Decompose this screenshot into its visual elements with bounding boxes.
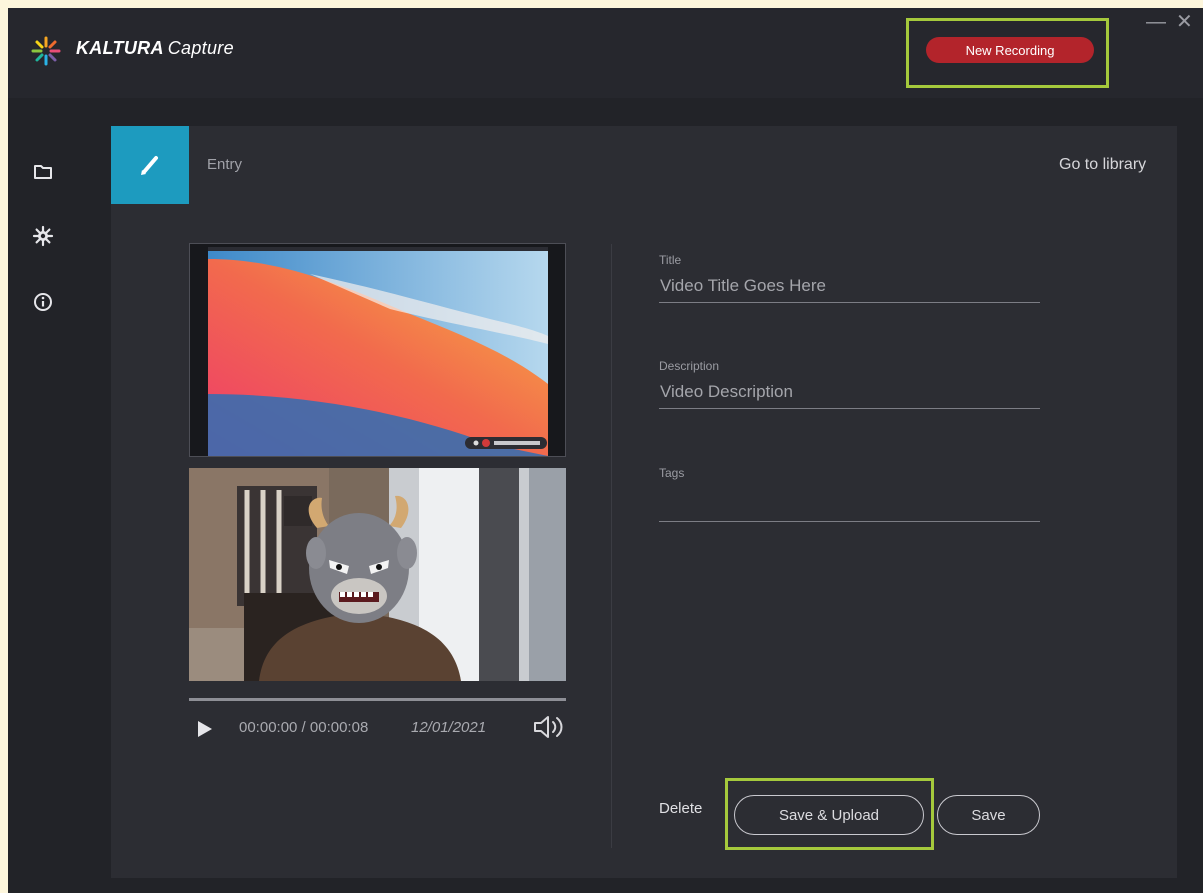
sidebar — [8, 98, 82, 893]
edit-entry-tab[interactable] — [111, 126, 189, 204]
entry-panel: Entry Go to library 00:00:00 / 00:00:08 … — [111, 126, 1177, 878]
webcam-preview[interactable] — [189, 468, 566, 681]
folder-icon[interactable] — [32, 161, 54, 183]
description-input[interactable] — [659, 379, 1040, 409]
play-icon[interactable] — [197, 720, 213, 738]
app-brand: KALTURA Capture — [76, 38, 234, 59]
delete-button[interactable]: Delete — [659, 800, 702, 817]
recording-date: 12/01/2021 — [411, 719, 487, 736]
save-button[interactable]: Save — [937, 795, 1040, 835]
volume-icon[interactable] — [533, 714, 567, 740]
minimize-button[interactable]: — — [1146, 12, 1166, 32]
brand-name: KALTURA — [76, 38, 164, 58]
description-label: Description — [659, 359, 720, 373]
tags-input[interactable] — [659, 492, 1040, 522]
kaltura-capture-window: KALTURA Capture New Recording — ✕ Entry … — [8, 8, 1203, 893]
panel-divider — [611, 244, 612, 848]
playback-time: 00:00:00 / 00:00:08 — [239, 719, 369, 736]
pencil-icon — [141, 156, 158, 175]
playback-progress-bar[interactable] — [189, 698, 566, 701]
go-to-library-link[interactable]: Go to library — [1059, 156, 1146, 174]
desktop-wallpaper-image — [190, 244, 565, 456]
title-bar: KALTURA Capture New Recording — ✕ — [8, 8, 1203, 98]
screen-recording-preview[interactable] — [189, 243, 566, 457]
gear-icon[interactable] — [32, 225, 54, 247]
webcam-image — [189, 468, 566, 681]
close-button[interactable]: ✕ — [1176, 12, 1193, 32]
info-icon[interactable] — [32, 291, 54, 313]
tags-label: Tags — [659, 466, 685, 480]
entry-label: Entry — [207, 156, 243, 173]
brand-product: Capture — [167, 38, 234, 58]
title-input[interactable] — [659, 273, 1040, 303]
highlight-box-save-upload — [725, 778, 934, 850]
kaltura-logo-icon — [31, 36, 61, 66]
title-label: Title — [659, 253, 682, 267]
highlight-box-new-recording — [906, 18, 1109, 88]
